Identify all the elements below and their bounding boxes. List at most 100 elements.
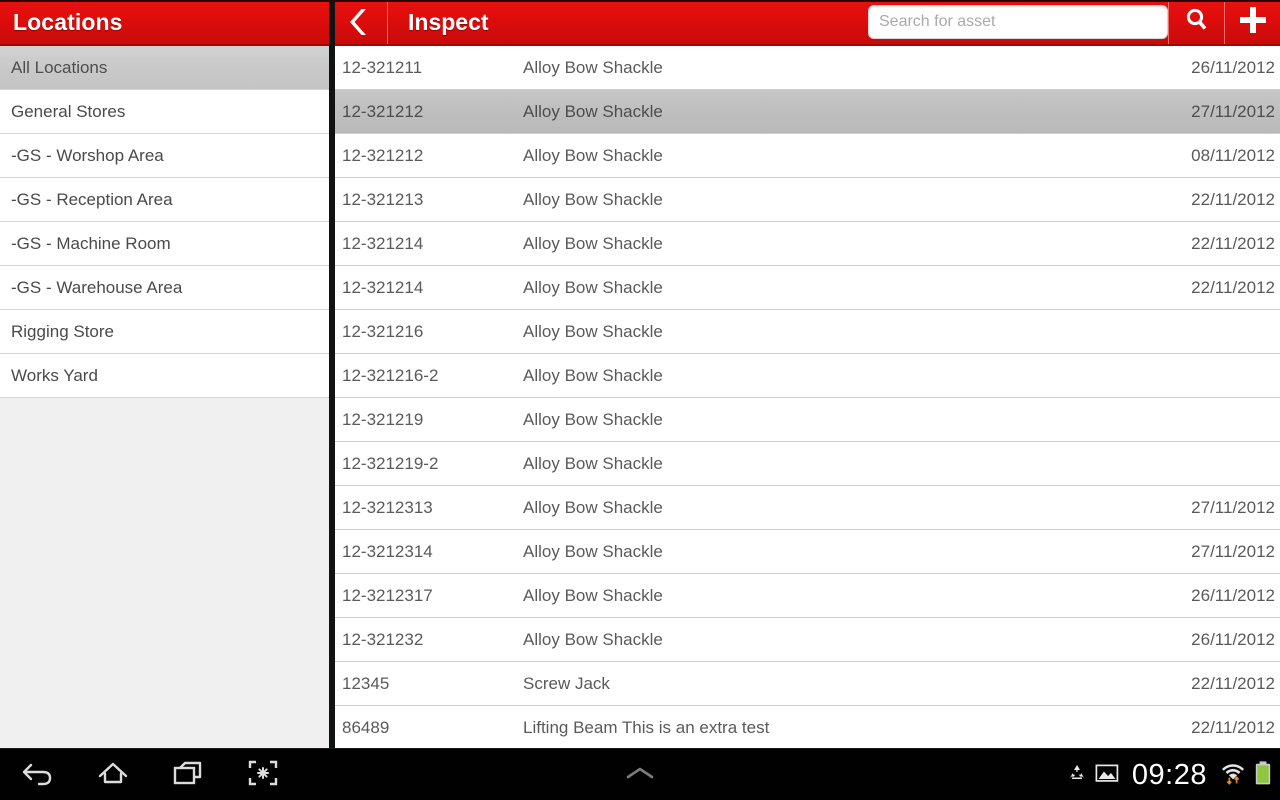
- asset-id-cell: 12-321213: [342, 189, 424, 209]
- asset-date-cell: 22/11/2012: [1191, 717, 1275, 737]
- asset-name-cell: Alloy Bow Shackle: [523, 585, 663, 605]
- asset-id-cell: 12-321216-2: [342, 365, 439, 385]
- table-row[interactable]: 12-321216 Alloy Bow Shackle: [335, 310, 1280, 354]
- asset-name-cell: Alloy Bow Shackle: [523, 497, 663, 517]
- notification-drawer-handle[interactable]: [612, 749, 668, 800]
- asset-id-cell: 12-321214: [342, 277, 424, 297]
- table-row[interactable]: 12-321219-2 Alloy Bow Shackle: [335, 442, 1280, 486]
- asset-name-cell: Alloy Bow Shackle: [523, 453, 663, 473]
- sidebar-item-gs-warehouse-area[interactable]: -GS - Warehouse Area: [0, 266, 329, 310]
- asset-name-cell: Alloy Bow Shackle: [523, 629, 663, 649]
- asset-id-cell: 12-3212313: [342, 497, 433, 517]
- nav-home-button[interactable]: [75, 749, 150, 800]
- inspect-pane: Inspect Search for asset 12-321211 Alloy…: [335, 0, 1280, 748]
- chevron-up-icon: [622, 763, 658, 788]
- asset-date-cell: 22/11/2012: [1191, 673, 1275, 693]
- asset-name-cell: Alloy Bow Shackle: [523, 541, 663, 561]
- asset-id-cell: 12-3212317: [342, 585, 433, 605]
- sidebar-item-gs-machine-room[interactable]: -GS - Machine Room: [0, 222, 329, 266]
- sidebar-item-label: -GS - Reception Area: [11, 189, 173, 209]
- asset-date-cell: 22/11/2012: [1191, 189, 1275, 209]
- pane-divider: [329, 0, 335, 748]
- sidebar-item-rigging-store[interactable]: Rigging Store: [0, 310, 329, 354]
- asset-id-cell: 12-321219: [342, 409, 424, 429]
- sidebar-item-label: -GS - Machine Room: [11, 233, 171, 253]
- nav-buttons: [0, 749, 300, 800]
- sidebar-item-all-locations[interactable]: All Locations: [0, 46, 329, 90]
- sidebar-item-gs-worshop-area[interactable]: -GS - Worshop Area: [0, 134, 329, 178]
- asset-name-cell: Alloy Bow Shackle: [523, 57, 663, 77]
- table-row[interactable]: 12-321212 Alloy Bow Shackle 08/11/2012: [335, 134, 1280, 178]
- asset-date-cell: 27/11/2012: [1191, 497, 1275, 517]
- asset-date-cell: 26/11/2012: [1191, 57, 1275, 77]
- add-asset-button[interactable]: [1224, 0, 1280, 44]
- top-hairline: [0, 0, 1280, 2]
- search-container: [868, 5, 1168, 39]
- asset-list[interactable]: 12-321211 Alloy Bow Shackle 26/11/2012 12-3…: [335, 46, 1280, 748]
- asset-id-cell: 12-321212: [342, 101, 424, 121]
- table-row[interactable]: 12-321232 Alloy Bow Shackle 26/11/2012: [335, 618, 1280, 662]
- recent-apps-icon: [171, 759, 205, 792]
- app-area: Locations All Locations General Stores -GS…: [0, 0, 1280, 748]
- inspect-toolbar: Inspect: [335, 0, 1280, 46]
- locations-title: Locations: [13, 8, 123, 35]
- screen-capture-icon: [247, 759, 279, 792]
- asset-id-cell: 12-321211: [342, 57, 423, 77]
- asset-date-cell: 27/11/2012: [1191, 101, 1275, 121]
- sidebar-item-label: General Stores: [11, 101, 126, 121]
- asset-id-cell: 12-3212314: [342, 541, 433, 561]
- asset-name-cell: Alloy Bow Shackle: [523, 321, 663, 341]
- nav-recents-button[interactable]: [150, 749, 225, 800]
- chevron-left-icon: [348, 7, 370, 37]
- search-input[interactable]: [868, 5, 1168, 39]
- asset-name-cell: Alloy Bow Shackle: [523, 409, 663, 429]
- asset-id-cell: 12-321219-2: [342, 453, 439, 473]
- table-row[interactable]: 12-3212313 Alloy Bow Shackle 27/11/2012: [335, 486, 1280, 530]
- asset-name-cell: Screw Jack: [523, 673, 610, 693]
- asset-name-cell: Alloy Bow Shackle: [523, 189, 663, 209]
- asset-name-cell: Alloy Bow Shackle: [523, 101, 663, 121]
- search-button[interactable]: [1168, 0, 1224, 44]
- table-row[interactable]: 12-321212 Alloy Bow Shackle 27/11/2012: [335, 90, 1280, 134]
- table-row[interactable]: 12-3212317 Alloy Bow Shackle 26/11/2012: [335, 574, 1280, 618]
- status-clock: 09:28: [1131, 758, 1207, 791]
- nav-screenshot-button[interactable]: [225, 749, 300, 800]
- back-button[interactable]: [335, 0, 388, 44]
- table-row[interactable]: 12345 Screw Jack 22/11/2012: [335, 662, 1280, 706]
- asset-id-cell: 86489: [342, 717, 390, 737]
- table-row[interactable]: 12-321219 Alloy Bow Shackle: [335, 398, 1280, 442]
- nav-back-button[interactable]: [0, 749, 75, 800]
- asset-name-cell: Lifting Beam This is an extra test: [523, 717, 770, 737]
- sync-recycle-icon: [1067, 763, 1087, 788]
- tablet-screen: Locations All Locations General Stores -GS…: [0, 0, 1280, 800]
- asset-id-cell: 12-321212: [342, 145, 424, 165]
- table-row[interactable]: 12-321214 Alloy Bow Shackle 22/11/2012: [335, 266, 1280, 310]
- asset-date-cell: 22/11/2012: [1191, 277, 1275, 297]
- asset-date-cell: 26/11/2012: [1191, 629, 1275, 649]
- search-icon: [1182, 5, 1212, 40]
- table-row[interactable]: 12-321216-2 Alloy Bow Shackle: [335, 354, 1280, 398]
- asset-name-cell: Alloy Bow Shackle: [523, 277, 663, 297]
- asset-id-cell: 12-321232: [342, 629, 424, 649]
- sidebar-item-gs-reception-area[interactable]: -GS - Reception Area: [0, 178, 329, 222]
- locations-header: Locations: [0, 0, 329, 46]
- asset-name-cell: Alloy Bow Shackle: [523, 233, 663, 253]
- asset-date-cell: 26/11/2012: [1191, 585, 1275, 605]
- sidebar-item-works-yard[interactable]: Works Yard: [0, 354, 329, 398]
- android-navigation-bar: 09:28: [0, 748, 1280, 800]
- image-icon: [1095, 763, 1119, 788]
- sidebar-item-general-stores[interactable]: General Stores: [0, 90, 329, 134]
- asset-id-cell: 12-321216: [342, 321, 424, 341]
- back-arrow-icon: [21, 759, 55, 792]
- table-row[interactable]: 12-321213 Alloy Bow Shackle 22/11/2012: [335, 178, 1280, 222]
- table-row[interactable]: 86489 Lifting Beam This is an extra test 2…: [335, 706, 1280, 748]
- table-row[interactable]: 12-3212314 Alloy Bow Shackle 27/11/2012: [335, 530, 1280, 574]
- locations-empty-area: [0, 398, 329, 748]
- status-icons[interactable]: 09:28: [1067, 749, 1272, 800]
- table-row[interactable]: 12-321211 Alloy Bow Shackle 26/11/2012: [335, 46, 1280, 90]
- home-icon: [96, 759, 130, 792]
- table-row[interactable]: 12-321214 Alloy Bow Shackle 22/11/2012: [335, 222, 1280, 266]
- sidebar-item-label: -GS - Warehouse Area: [11, 277, 183, 297]
- sidebar-item-label: -GS - Worshop Area: [11, 145, 164, 165]
- locations-list[interactable]: All Locations General Stores -GS - Worshop…: [0, 46, 329, 398]
